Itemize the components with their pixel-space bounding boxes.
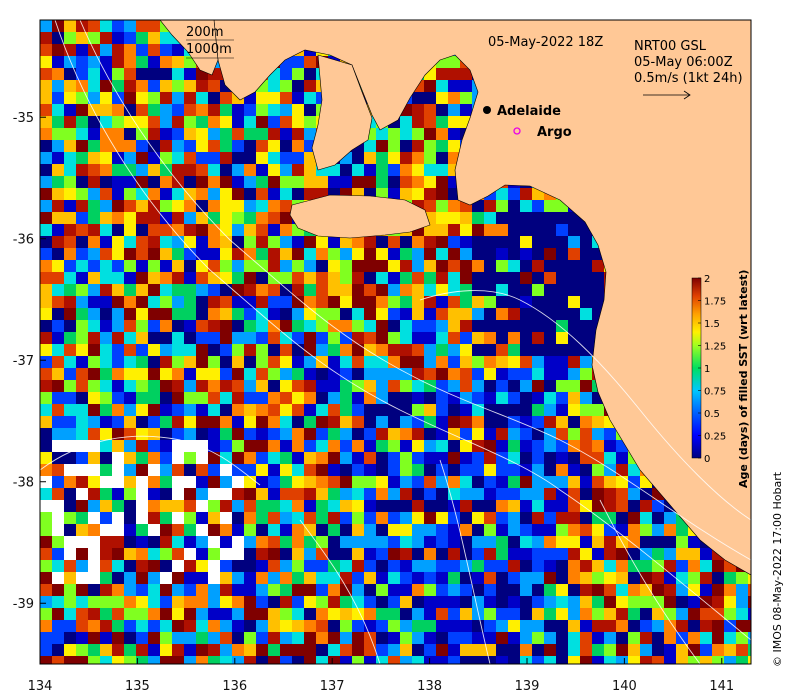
- colorbar-tick-label: 0.75: [704, 387, 726, 398]
- lon-tick-label: 135: [125, 679, 150, 694]
- colorbar-tick-label: 0.5: [704, 409, 720, 420]
- colorbar-tick-label: 1.75: [704, 297, 726, 308]
- lon-tick-label: 134: [28, 679, 53, 694]
- lat-tick-label: -35: [13, 111, 34, 126]
- lat-tick-label: -39: [13, 597, 34, 612]
- colorbar-tick-label: 1.25: [704, 342, 726, 353]
- adelaide-marker-icon: [483, 106, 491, 114]
- lat-tick-label: -36: [13, 233, 34, 248]
- lon-tick-label: 136: [222, 679, 247, 694]
- lon-tick-label: 140: [612, 679, 637, 694]
- sst-age-map: 134 135 136 137 138 139 140 141-35-36-37-38-39 …: [13, 19, 784, 694]
- lon-tick-label: 141: [709, 679, 734, 694]
- colorbar-tick-label: 1: [704, 364, 710, 375]
- map-title: 05-May-2022 18Z: [488, 35, 603, 50]
- contour-label-1000m: 1000m: [186, 42, 232, 57]
- lon-tick-label: 138: [417, 679, 442, 694]
- colorbar-tick-label: 0: [704, 454, 710, 465]
- colorbar-tick-label: 0.25: [704, 432, 726, 443]
- colorbar-tick-label: 1.5: [704, 319, 720, 330]
- info-line-time: 05-May 06:00Z: [634, 55, 733, 70]
- info-line-source: NRT00 GSL: [634, 39, 707, 54]
- colorbar-tick-label: 2: [704, 274, 710, 285]
- credit-text: © IMOS 08-May-2022 17:00 Hobart: [771, 471, 784, 667]
- lon-tick-label: 137: [320, 679, 345, 694]
- place-label-adelaide: Adelaide: [497, 104, 561, 119]
- info-line-scale: 0.5m/s (1kt 24h): [634, 71, 743, 86]
- place-label-argo: Argo: [537, 125, 572, 140]
- lon-tick-label: 139: [515, 679, 540, 694]
- lat-tick-label: -38: [13, 476, 34, 491]
- contour-label-200m: 200m: [186, 25, 223, 40]
- colorbar-title: Age (days) of filled SST (wrt latest): [737, 270, 750, 488]
- lat-tick-label: -37: [13, 354, 34, 369]
